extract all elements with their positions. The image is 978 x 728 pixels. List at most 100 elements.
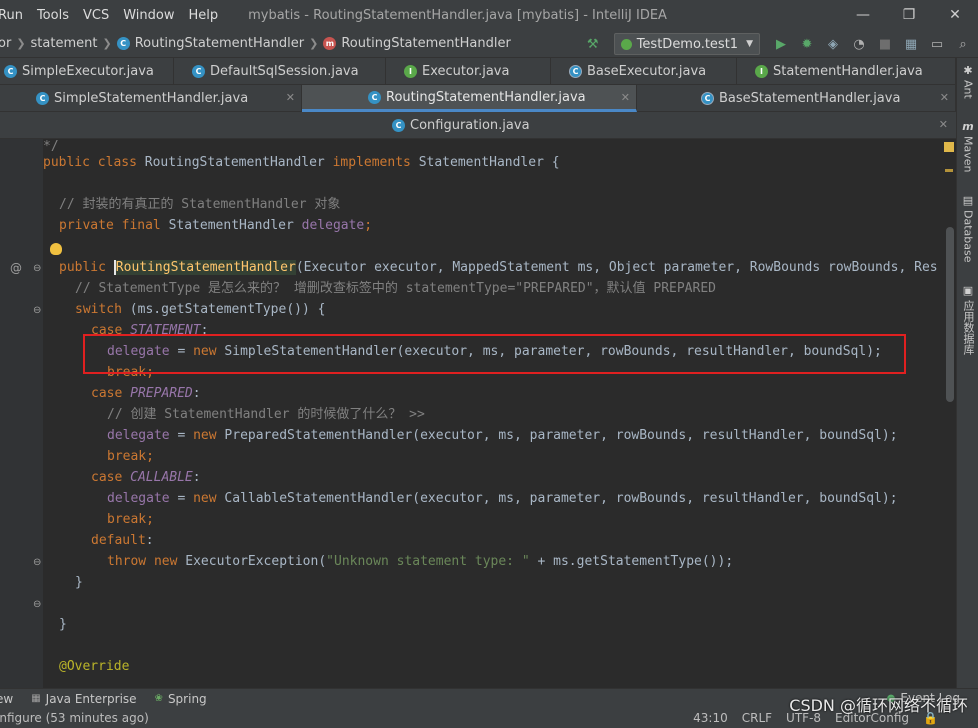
terminal-icon[interactable]: ▭ [926, 33, 948, 55]
warning-stripe[interactable] [945, 169, 953, 172]
breadcrumb-item[interactable]: m RoutingStatementHandler [323, 36, 511, 51]
debug-icon[interactable]: ✹ [796, 33, 818, 55]
inspection-status-icon[interactable] [944, 142, 954, 152]
menu-help[interactable]: Help [188, 8, 218, 23]
tab-base-executor[interactable]: C BaseExecutor.java [551, 58, 737, 85]
menu-vcs[interactable]: VCS [83, 8, 109, 23]
caret-position[interactable]: 43:10 [693, 711, 728, 725]
close-tab-icon[interactable]: ✕ [939, 118, 948, 131]
line-separator[interactable]: CRLF [742, 711, 772, 725]
code-line: // 创建 StatementHandler 的时候做了什么？ >> [107, 404, 425, 425]
status-message[interactable]: onfigure (53 minutes ago) [0, 711, 149, 725]
tool-window-maven[interactable]: m Maven [957, 120, 978, 172]
tool-window-java-enterprise[interactable]: ▦ Java Enterprise [31, 692, 136, 706]
breadcrumb-item[interactable]: C RoutingStatementHandler [116, 36, 304, 51]
profile-icon[interactable]: ◔ [848, 33, 870, 55]
run-icon[interactable]: ▶ [770, 33, 792, 55]
code-line: @Override [59, 656, 129, 677]
code-punct: } [59, 617, 67, 632]
tool-window-app-db[interactable]: ▣ 应用数据库 [957, 284, 978, 355]
code-line: } [75, 572, 83, 593]
tab-label: BaseStatementHandler.java [719, 91, 901, 106]
code-punct: : [192, 470, 201, 485]
code-method-name: RoutingStatementHandler [113, 260, 296, 275]
code-comment: // 封装的有真正的 StatementHandler 对象 [59, 197, 341, 212]
code-ident: RoutingStatementHandler [144, 155, 333, 170]
code-ident: StatementHandler { [418, 155, 560, 170]
code-editor[interactable]: @ ⊖ ⊖ ⊖ ⊖ */ public class RoutingStateme… [0, 139, 956, 688]
breadcrumb-item[interactable]: statement [31, 36, 98, 51]
stop-icon[interactable]: ■ [874, 33, 896, 55]
fold-icon[interactable]: ⊖ [33, 263, 41, 274]
tool-window-ant[interactable]: ✱ Ant [957, 64, 978, 99]
tab-default-sql-session[interactable]: C DefaultSqlSession.java [174, 58, 386, 85]
close-window-button[interactable]: ✕ [932, 0, 978, 30]
code-ident: PreparedStatementHandler(executor, ms, p… [224, 428, 898, 443]
tool-window-label: ew [0, 691, 14, 706]
search-icon[interactable]: ⌕ [952, 33, 974, 55]
editor-tabs-row-2: C SimpleStatementHandler.java ✕ C RoutingSt… [0, 85, 956, 112]
tab-statement-handler[interactable]: I StatementHandler.java [737, 58, 956, 85]
code-keyword: case [91, 470, 131, 485]
restore-button[interactable]: ❐ [886, 0, 932, 30]
scrollbar-thumb[interactable] [946, 227, 954, 402]
menu-run[interactable]: Run [0, 8, 23, 23]
code-keyword: switch [75, 302, 130, 317]
abstract-class-icon: C [701, 92, 714, 105]
fold-icon[interactable]: ⊖ [33, 305, 41, 316]
highlight-box [83, 334, 906, 374]
fold-icon[interactable]: ⊖ [33, 599, 41, 610]
code-comment: // 创建 StatementHandler 的时候做了什么？ >> [107, 407, 425, 422]
fold-icon[interactable]: ⊖ [33, 557, 41, 568]
class-icon: C [36, 92, 49, 105]
close-tab-icon[interactable]: ✕ [286, 91, 295, 104]
lightbulb-icon[interactable] [50, 243, 62, 255]
abstract-class-icon: C [569, 65, 582, 78]
tab-label: SimpleExecutor.java [22, 64, 154, 79]
tool-window-view[interactable]: ew [0, 692, 13, 706]
tab-base-statement-handler[interactable]: C BaseStatementHandler.java ✕ [637, 85, 956, 112]
breadcrumb-item[interactable]: or [0, 36, 11, 51]
build-hammer-icon[interactable]: ⚒ [582, 33, 604, 55]
tab-simple-statement-handler[interactable]: C SimpleStatementHandler.java ✕ [18, 85, 302, 112]
toolbar: ⚒ TestDemo.test1 ▼ ▶ ✹ ◈ ◔ ■ ▦ ▭ ⌕ [578, 30, 978, 58]
class-icon: C [116, 37, 130, 50]
code-keyword: private final [59, 218, 169, 233]
tool-window-label: 应用数据库 [962, 300, 975, 355]
tool-window-label: Java Enterprise [45, 691, 137, 706]
database-icon: ▤ [962, 194, 974, 207]
code-keyword: implements [332, 155, 419, 170]
tool-window-database[interactable]: ▤ Database [957, 194, 978, 263]
tab-executor[interactable]: I Executor.java [386, 58, 551, 85]
class-icon: C [192, 65, 205, 78]
junit-icon [620, 38, 632, 50]
tool-window-label: Database [961, 210, 975, 263]
close-tab-icon[interactable]: ✕ [940, 91, 949, 104]
minimize-button[interactable]: — [840, 0, 886, 30]
tab-simple-executor[interactable]: C SimpleExecutor.java [0, 58, 174, 85]
chevron-down-icon: ▼ [746, 39, 753, 49]
menu-tools[interactable]: Tools [37, 8, 69, 23]
tab-routing-statement-handler[interactable]: C RoutingStatementHandler.java ✕ [302, 85, 637, 112]
coverage-icon[interactable]: ◈ [822, 33, 844, 55]
code-line: delegate = new CallableStatementHandler(… [107, 488, 898, 509]
window-controls: — ❐ ✕ [840, 0, 978, 30]
implements-marker-icon[interactable]: @ [10, 261, 22, 275]
editor-scrollbar[interactable] [944, 139, 956, 688]
code-line: throw new ExecutorException("Unknown sta… [107, 551, 733, 572]
project-structure-icon[interactable]: ▦ [900, 33, 922, 55]
menu-window[interactable]: Window [123, 8, 174, 23]
tab-configuration[interactable]: C Configuration.java ✕ [0, 112, 956, 139]
interface-icon: I [404, 65, 417, 78]
chevron-right-icon: ❯ [16, 37, 26, 50]
close-tab-icon[interactable]: ✕ [621, 91, 630, 104]
spring-icon: ❀ [154, 693, 163, 704]
code-line: break; [107, 446, 154, 467]
tool-window-spring[interactable]: ❀ Spring [155, 692, 207, 706]
code-keyword: case [91, 386, 131, 401]
run-config-select[interactable]: TestDemo.test1 ▼ [613, 33, 760, 55]
class-icon: C [392, 119, 405, 132]
code-ident: StatementHandler [168, 218, 302, 233]
tab-label: RoutingStatementHandler.java [386, 89, 586, 105]
code-keyword: break; [107, 512, 154, 527]
